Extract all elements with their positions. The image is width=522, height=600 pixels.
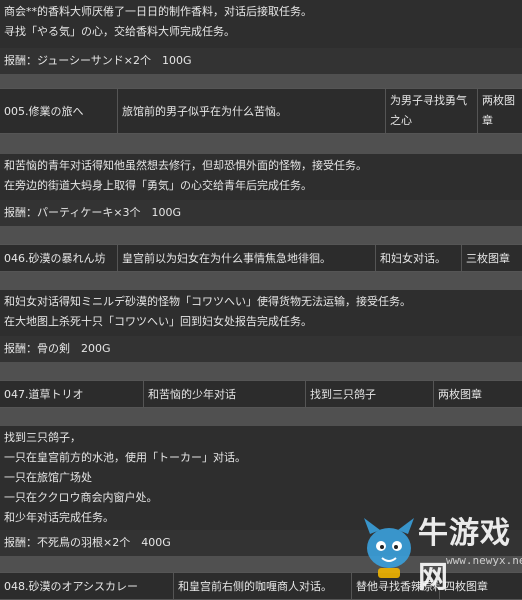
quest-name: 046.砂漠の暴れん坊 xyxy=(0,245,118,271)
separator xyxy=(0,226,522,244)
quest-description-block: 找到三只鸽子， 一只在皇宫前方的水池，使用「トーカー」对话。 一只在旅馆广场处 … xyxy=(0,426,522,530)
quest-goal: 替他寻找香辣原料 xyxy=(352,573,440,599)
reward-text: 报酬：パーティケーキ×3个 100G xyxy=(4,206,182,219)
description-line: 在大地图上杀死十只「コワツへい」回到妇女处报告完成任务。 xyxy=(4,315,312,328)
description-line: 和少年对话完成任务。 xyxy=(4,511,114,524)
reward-text: 报酬：不死鳥の羽根×2个 400G xyxy=(4,536,171,549)
description-line: 一只在ククロウ商会内窗户处。 xyxy=(4,491,158,504)
reward-row: 报酬：不死鳥の羽根×2个 400G xyxy=(0,530,522,556)
quest-desc: 皇宫前以为妇女在为什么事情焦急地徘徊。 xyxy=(118,245,376,271)
separator xyxy=(0,272,522,290)
quest-desc: 旅馆前的男子似乎在为什么苦恼。 xyxy=(118,89,386,133)
quest-medal: 三枚图章 xyxy=(466,252,510,265)
description-line: 在旁边的街道大蚂身上取得「勇気」の心交给青年后完成任务。 xyxy=(4,179,312,192)
description-line: 一只在旅馆广场处 xyxy=(4,471,92,484)
quest-row-005: 005.修業の旅へ 旅馆前的男子似乎在为什么苦恼。 为男子寻找勇气之心 两枚图章 xyxy=(0,88,522,134)
description-line: 和苦恼的青年对话得知他虽然想去修行，但却恐惧外面的怪物，接受任务。 xyxy=(4,159,367,172)
description-line: 一只在皇宫前方的水池，使用「トーカー」对话。 xyxy=(4,451,246,464)
description-line: 寻找「やる気」の心，交给香料大师完成任务。 xyxy=(4,25,235,38)
separator xyxy=(0,408,522,426)
quest-name: 047.道草トリオ xyxy=(0,381,144,407)
quest-description-block: 和妇女对话得知ミニルデ砂漠的怪物「コワツへい」使得货物无法运输，接受任务。 在大… xyxy=(0,290,522,336)
quest-name: 005.修業の旅へ xyxy=(0,89,118,133)
quest-row-048: 048.砂漠のオアシスカレー 和皇宫前右侧的咖喱商人对话。 替他寻找香辣原料 四… xyxy=(0,572,522,600)
quest-goal: 为男子寻找勇气之心 xyxy=(386,89,478,133)
quest-desc: 和苦恼的少年对话 xyxy=(144,381,306,407)
reward-text: 报酬：ジューシーサンド×2个 100G xyxy=(4,54,192,67)
reward-row: 报酬：パーティケーキ×3个 100G xyxy=(0,200,522,226)
quest-medal: 两枚图章 xyxy=(438,388,482,401)
quest-medal: 两枚图章 xyxy=(482,94,515,127)
separator xyxy=(0,74,522,88)
quest-medal: 四枚图章 xyxy=(444,580,488,593)
reward-text: 报酬：骨の剣 200G xyxy=(4,342,111,355)
quest-desc: 和皇宫前右侧的咖喱商人对话。 xyxy=(174,573,352,599)
quest-goal: 和妇女对话。 xyxy=(376,245,462,271)
reward-row: 报酬：骨の剣 200G xyxy=(0,336,522,362)
description-line: 商会**的香料大师厌倦了一日日的制作香料，对话后接取任务。 xyxy=(4,5,312,18)
description-line: 找到三只鸽子， xyxy=(4,431,81,444)
description-line: 和妇女对话得知ミニルデ砂漠的怪物「コワツへい」使得货物无法运输，接受任务。 xyxy=(4,295,411,308)
quest-description-block: 商会**的香料大师厌倦了一日日的制作香料，对话后接取任务。 寻找「やる気」の心，… xyxy=(0,0,522,48)
separator xyxy=(0,362,522,380)
separator xyxy=(0,556,522,572)
quest-row-047: 047.道草トリオ 和苦恼的少年对话 找到三只鸽子 两枚图章 xyxy=(0,380,522,408)
quest-name: 048.砂漠のオアシスカレー xyxy=(0,573,174,599)
quest-row-046: 046.砂漠の暴れん坊 皇宫前以为妇女在为什么事情焦急地徘徊。 和妇女对话。 三… xyxy=(0,244,522,272)
separator xyxy=(0,134,522,154)
reward-row: 报酬：ジューシーサンド×2个 100G xyxy=(0,48,522,74)
quest-goal: 找到三只鸽子 xyxy=(306,381,434,407)
quest-description-block: 和苦恼的青年对话得知他虽然想去修行，但却恐惧外面的怪物，接受任务。 在旁边的街道… xyxy=(0,154,522,200)
